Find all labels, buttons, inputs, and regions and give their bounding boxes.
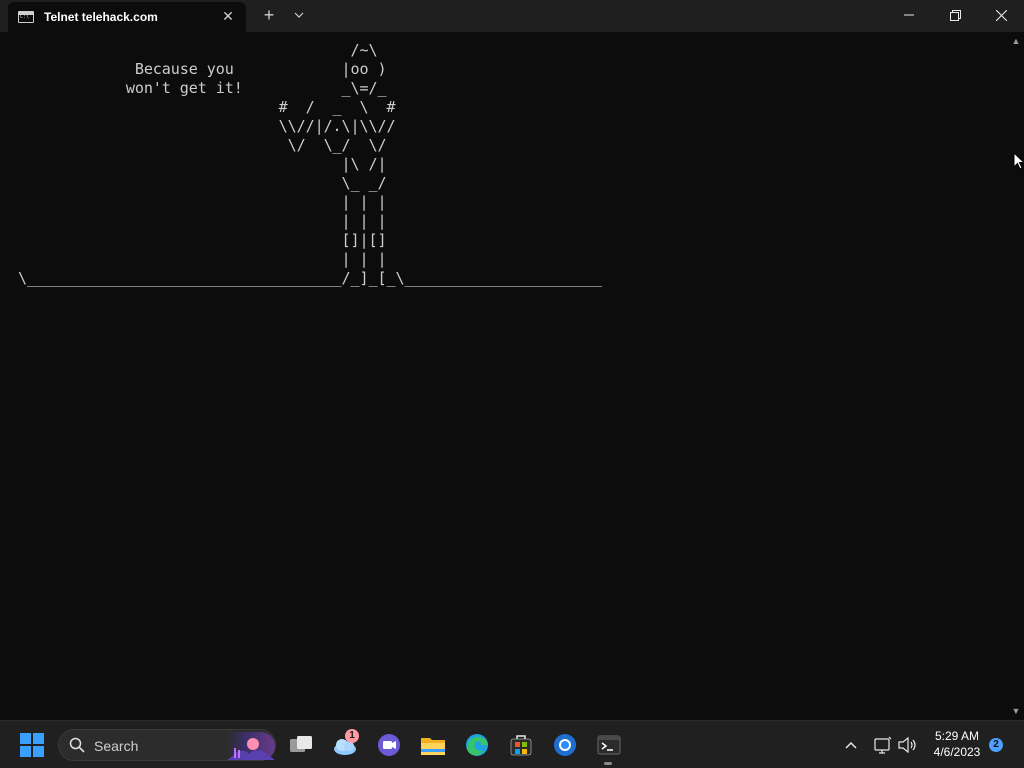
- network-status[interactable]: [870, 729, 896, 761]
- minimize-button[interactable]: [886, 0, 932, 30]
- tab-title: Telnet telehack.com: [44, 10, 158, 24]
- clock-date: 4/6/2023: [933, 745, 981, 759]
- store-icon: [510, 735, 532, 756]
- terminal-app-icon: [597, 735, 621, 755]
- mouse-cursor-icon: [1013, 152, 1024, 170]
- search-highlight-image: [227, 732, 275, 760]
- tab-close-icon[interactable]: ✕: [218, 6, 238, 26]
- show-hidden-icons-button[interactable]: [838, 729, 864, 761]
- tab-telnet[interactable]: Telnet telehack.com ✕: [8, 2, 246, 32]
- edge-icon: [466, 734, 488, 756]
- video-chat-icon: [378, 734, 400, 756]
- terminal-app-button[interactable]: [593, 729, 625, 761]
- title-bar: Telnet telehack.com ✕ +: [0, 0, 1024, 32]
- clock-time: 5:29 AM: [934, 729, 980, 743]
- scroll-down-icon[interactable]: ▼: [1011, 706, 1021, 716]
- folder-icon: [421, 738, 445, 755]
- clock[interactable]: 5:29 AM 4/6/2023: [925, 728, 989, 762]
- notification-badge[interactable]: 2: [989, 738, 1003, 752]
- chat-app-button[interactable]: [373, 729, 405, 761]
- scroll-up-icon[interactable]: ▲: [1011, 36, 1021, 46]
- edge-browser-button[interactable]: [461, 729, 493, 761]
- volume-control[interactable]: [895, 729, 921, 761]
- search-label: Search: [94, 738, 139, 754]
- restore-button[interactable]: [932, 0, 978, 30]
- browser-icon: [554, 734, 576, 756]
- chevron-down-icon[interactable]: [289, 4, 309, 26]
- weather-badge: 1: [345, 729, 359, 743]
- task-view-button[interactable]: [285, 729, 317, 761]
- scrollbar[interactable]: ▲ ▼: [1008, 32, 1024, 720]
- terminal-output[interactable]: /~\ Because you |oo ) won't get it! _\=/…: [0, 32, 1008, 720]
- start-button[interactable]: [16, 729, 48, 761]
- active-app-indicator: [604, 762, 612, 765]
- terminal-icon: [18, 11, 34, 23]
- search-icon: [69, 737, 85, 753]
- close-button[interactable]: [978, 0, 1024, 30]
- file-explorer-button[interactable]: [417, 729, 449, 761]
- speaker-icon: [898, 736, 916, 754]
- network-icon: [874, 736, 892, 754]
- taskbar: Search 1 5:29 AM 4/6/2023 2: [0, 720, 1024, 768]
- task-view-icon: [290, 736, 312, 752]
- store-button[interactable]: [505, 729, 537, 761]
- browser-button[interactable]: [549, 729, 581, 761]
- windows-logo-icon: [20, 733, 44, 757]
- chevron-up-icon: [845, 741, 857, 749]
- taskbar-search[interactable]: Search: [58, 729, 276, 761]
- weather-widget[interactable]: 1: [329, 729, 361, 761]
- ascii-art: /~\ Because you |oo ) won't get it! _\=/…: [18, 41, 603, 287]
- new-tab-button[interactable]: +: [258, 4, 280, 26]
